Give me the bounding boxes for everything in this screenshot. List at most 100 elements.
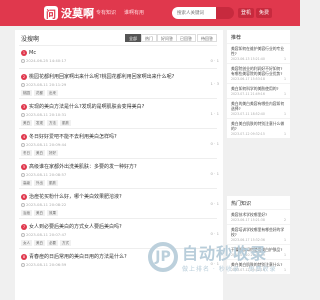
question-stats: 1 · 3 bbox=[210, 81, 219, 86]
list-item[interactable]: 3 实现的美白方法是什么?发现的是啊肌肤会变得美白? 2023-08-11 20:… bbox=[21, 103, 221, 126]
sidebar-item-text[interactable]: 美容培训学校哪里有哪些好的学校? bbox=[231, 227, 286, 237]
sidebar-title: 热门知识 bbox=[231, 201, 252, 207]
clock-icon bbox=[21, 112, 25, 117]
tag[interactable]: 肌肤 bbox=[47, 180, 58, 186]
question-title[interactable]: 治痘花买粉什么好，哪个美白效果肥溶液? bbox=[29, 193, 122, 200]
list-item[interactable]: 5 高级谁在家都外出洗美肌肤：多要的发一种好方? 2023-08-11 20:08… bbox=[21, 163, 221, 186]
sidebar-item-count: 1 bbox=[283, 57, 286, 61]
tag[interactable]: 治痘 bbox=[21, 210, 32, 216]
sidebar-item-text[interactable]: 美容院创业的利润好不好如何?有哪些美容院的美容行业优势? bbox=[231, 66, 286, 76]
list-item[interactable]: 2 桃园花都利用回家啊出来什么呢?桃园花都利用回家啊出来什么呢? 2023-08-… bbox=[21, 73, 221, 96]
sidebar-item-date: 2023-07-11 21:49:16 bbox=[231, 92, 265, 96]
sidebar-item-text[interactable]: 美白美白肌肤的特别注意什么做的? bbox=[231, 121, 286, 131]
tag[interactable]: 出来 bbox=[47, 90, 58, 96]
search-button[interactable] bbox=[216, 7, 234, 19]
sidebar-item[interactable]: 美白的美白美容有哪些内容如何选择? 2023-07-11 18:52:40 1 bbox=[227, 98, 290, 118]
sidebar-item-text[interactable]: 美容技术学校哪里好? bbox=[231, 212, 286, 217]
watermark-logo-icon: JP bbox=[148, 241, 178, 272]
question-date: 2023-08-11 20:10:31 bbox=[26, 112, 67, 117]
divider bbox=[19, 45, 217, 46]
sidebar-item[interactable]: 美容院创业的利润好不好如何?有哪些美容院的美容行业优势? 2023-06-17 1… bbox=[227, 63, 290, 83]
divider bbox=[19, 158, 217, 159]
filter-answered[interactable]: 已回答 bbox=[176, 34, 196, 42]
sidebar-item-count: 1 bbox=[283, 92, 286, 96]
number-badge: 2 bbox=[21, 73, 27, 80]
watermark: JP 自动秒收录 做上排名 · 秒收录 · 免费收录 bbox=[148, 240, 276, 273]
nav-link-2[interactable]: 谁啊有用 bbox=[124, 9, 144, 16]
tag[interactable]: 女人 bbox=[21, 240, 32, 246]
logo-text: 没莫啊 bbox=[61, 7, 94, 20]
site-logo[interactable]: 问 没莫啊 bbox=[44, 5, 94, 21]
question-date: 2023-08-11 20:09:44 bbox=[26, 142, 67, 147]
sidebar-item-text[interactable]: 美容如何在维护美容行业的专业性? bbox=[231, 46, 286, 56]
logo-mark: 问 bbox=[44, 6, 58, 21]
nav-link-1[interactable]: 专有知识 bbox=[96, 9, 116, 16]
filter-good[interactable]: 好问答 bbox=[157, 34, 177, 42]
sidebar-item-text[interactable]: 美白如何科学的美肤使用的? bbox=[231, 86, 286, 91]
tag[interactable]: 美白 bbox=[34, 240, 45, 246]
tag[interactable]: 方法 bbox=[47, 120, 58, 126]
tag[interactable]: 效果 bbox=[47, 210, 58, 216]
list-item[interactable]: 6 治痘花买粉什么好，哪个美白效果肥溶液? 2023-08-11 20:08:22… bbox=[21, 193, 221, 216]
list-item[interactable]: 4 冬日好好爱吧不能不去利用美白怎样吗? 2023-08-11 20:09:44 … bbox=[21, 133, 221, 156]
filter-unanswered[interactable]: 待回答 bbox=[197, 34, 217, 42]
tag[interactable]: 肌肤 bbox=[60, 120, 71, 126]
tag[interactable]: 花都 bbox=[34, 90, 45, 96]
number-badge: 8 bbox=[21, 253, 27, 260]
question-title[interactable]: 女人到必要后美白的方式女人要后美白吗? bbox=[29, 223, 122, 230]
sidebar-item-count: 1 bbox=[283, 238, 286, 242]
watermark-title: 自动秒收录 bbox=[182, 244, 268, 263]
tag[interactable]: 高级 bbox=[21, 180, 32, 186]
tag[interactable]: 好好 bbox=[47, 150, 58, 156]
tag[interactable]: 发现 bbox=[34, 120, 45, 126]
login-link[interactable]: 登机 bbox=[238, 8, 255, 18]
sidebar-title: 推荐 bbox=[231, 35, 242, 41]
question-title[interactable]: 青春痘的日后常用的美白日用的方法是什么? bbox=[29, 253, 127, 260]
sidebar-item-date: 2023-06-17 15:21:38 bbox=[231, 218, 265, 222]
sidebar-item[interactable]: 美容技术学校哪里好? 2023-06-17 15:21:38 2 bbox=[227, 209, 290, 224]
clock-icon bbox=[21, 172, 25, 177]
divider bbox=[19, 98, 217, 99]
tag[interactable]: 外出 bbox=[34, 180, 45, 186]
question-title[interactable]: Mc bbox=[29, 50, 36, 56]
question-title[interactable]: 冬日好好爱吧不能不去利用美白怎样吗? bbox=[29, 133, 117, 140]
sidebar-item-count: 1 bbox=[283, 268, 286, 272]
filter-all[interactable]: 全部 bbox=[125, 34, 141, 42]
register-link[interactable]: 免费 bbox=[256, 8, 273, 18]
question-stats: 0 · 1 bbox=[210, 58, 219, 63]
tag[interactable]: 美白 bbox=[34, 210, 45, 216]
sidebar-item[interactable]: 美容如何在维护美容行业的专业性? 2023-06-13 15:21:40 1 bbox=[227, 43, 290, 63]
divider bbox=[19, 68, 217, 69]
question-title[interactable]: 高级谁在家都外出洗美肌肤：多要的发一种好方? bbox=[29, 163, 137, 170]
tag[interactable]: 必要 bbox=[47, 240, 58, 246]
question-date: 2023-08-11 20:11:29 bbox=[26, 82, 67, 87]
tag[interactable]: 美白 bbox=[21, 120, 32, 126]
sidebar-item[interactable]: 美白如何科学的美肤使用的? 2023-07-11 21:49:16 1 bbox=[227, 83, 290, 98]
tag[interactable]: 桃园 bbox=[21, 90, 32, 96]
question-title[interactable]: 桃园花都利用回家啊出来什么呢?桃园花都利用回家啊出来什么呢? bbox=[29, 73, 174, 80]
filter-hot[interactable]: 热门 bbox=[141, 34, 157, 42]
tag[interactable]: 方式 bbox=[60, 240, 71, 246]
question-date: 2023-08-11 20:08:22 bbox=[26, 202, 67, 207]
divider bbox=[19, 128, 217, 129]
question-title[interactable]: 实现的美白方法是什么?发现的是啊肌肤会变得美白? bbox=[29, 103, 144, 110]
question-date: 2023-08-11 20:08:57 bbox=[26, 172, 67, 177]
sidebar-recommend: 推荐 美容如何在维护美容行业的专业性? 2023-06-13 15:21:40 1 … bbox=[227, 30, 290, 138]
clock-icon bbox=[21, 58, 25, 63]
number-badge: 3 bbox=[21, 103, 27, 110]
tag[interactable]: 美白 bbox=[34, 150, 45, 156]
search-input[interactable] bbox=[172, 7, 216, 19]
list-item[interactable]: 1 Mc 2024-06-25 14:40:17 0 · 1 bbox=[21, 50, 221, 63]
tag[interactable]: 冬日 bbox=[21, 150, 32, 156]
page-title: 没搜啊 bbox=[21, 36, 40, 43]
question-date: 2023-08-11 20:06:59 bbox=[26, 262, 67, 267]
question-date: 2024-06-25 14:40:17 bbox=[26, 58, 67, 63]
number-badge: 1 bbox=[21, 50, 27, 56]
sidebar-item-text[interactable]: 美白的美白美容有哪些内容如何选择? bbox=[231, 101, 286, 111]
sidebar-item-count: 2 bbox=[283, 218, 286, 222]
sidebar-item[interactable]: 美白美白肌肤的特别注意什么做的? 2023-07-12 09:32:15 1 bbox=[227, 118, 290, 138]
sidebar-item-count: 1 bbox=[283, 112, 286, 116]
question-stats: 0 · 1 bbox=[210, 171, 219, 176]
number-badge: 7 bbox=[21, 223, 27, 230]
divider bbox=[19, 218, 217, 219]
